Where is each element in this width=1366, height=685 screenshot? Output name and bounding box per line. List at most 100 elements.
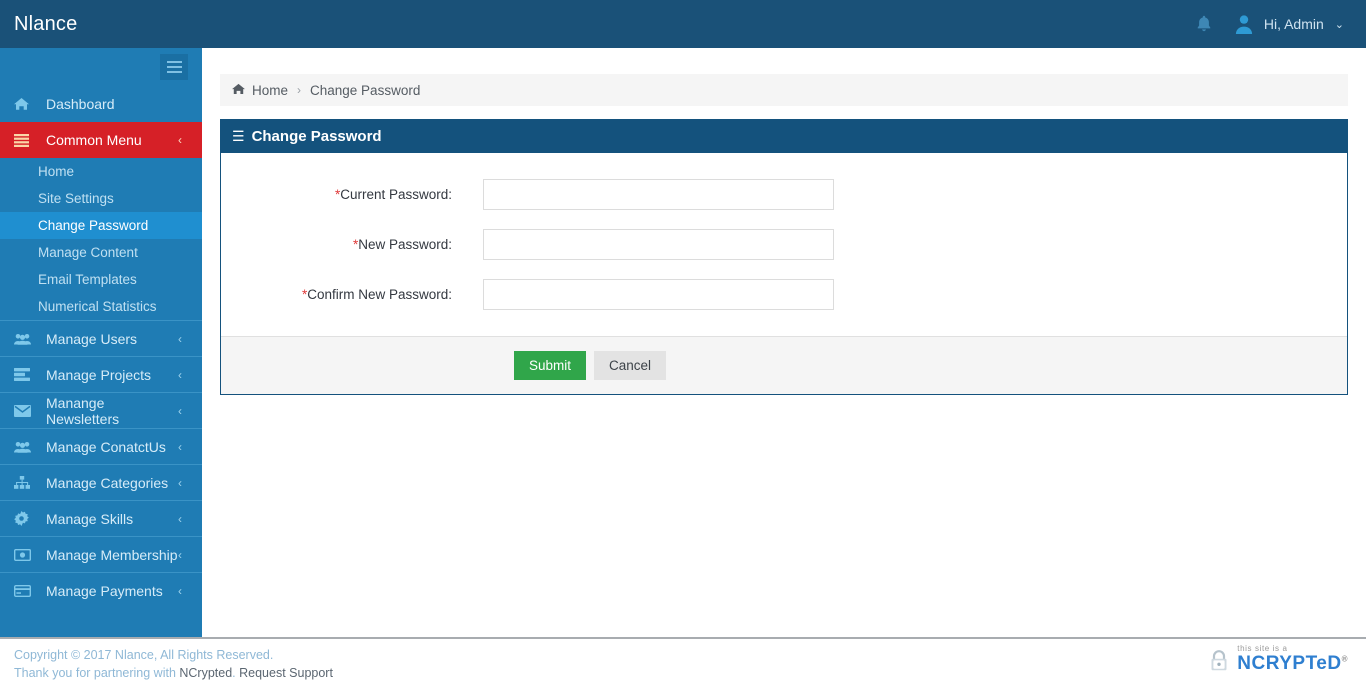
panel-footer-actions: Submit Cancel <box>221 336 1347 394</box>
confirm-new-password-input[interactable] <box>483 279 834 310</box>
chevron-left-icon: ‹ <box>178 331 182 346</box>
new-password-input[interactable] <box>483 229 834 260</box>
breadcrumb-home-link[interactable]: Home <box>232 83 288 98</box>
breadcrumb: Home › Change Password <box>220 74 1348 106</box>
submit-button[interactable]: Submit <box>514 351 587 380</box>
chevron-left-icon: ‹ <box>178 439 182 454</box>
current-password-label-text: Current Password: <box>340 187 452 202</box>
footer-request-support-link[interactable]: Request Support <box>239 666 333 680</box>
breadcrumb-separator: › <box>297 83 302 97</box>
panel-header: ☰ Change Password <box>221 120 1347 153</box>
sidebar-item-manage-payments-label: Manage Payments <box>46 582 163 599</box>
home-icon <box>232 83 245 98</box>
form-row-confirm-new-password: *Confirm New Password: <box>221 279 1347 310</box>
panel-body: *Current Password: *New Password: *Confi… <box>221 153 1347 336</box>
sidebar-subitem-site-settings[interactable]: Site Settings <box>0 185 202 212</box>
page-footer: Copyright © 2017 Nlance, All Rights Rese… <box>0 637 1366 685</box>
users-group-icon <box>14 441 36 453</box>
sidebar-item-manage-categories-label: Manage Categories <box>46 474 169 491</box>
current-password-label: *Current Password: <box>221 187 483 202</box>
chevron-left-icon: ‹ <box>178 511 182 526</box>
confirm-new-password-label-text: Confirm New Password: <box>307 287 452 302</box>
envelope-icon <box>14 404 36 417</box>
footer-partner-line: Thank you for partnering with NCrypted. … <box>14 664 1366 682</box>
sidebar-item-manage-projects-label: Manage Projects <box>46 366 152 383</box>
sidebar-item-manage-membership[interactable]: Manage Membership ‹ <box>0 536 202 572</box>
sidebar-subitem-site-settings-label: Site Settings <box>38 191 114 206</box>
sidebar-subitem-change-password-label: Change Password <box>38 218 149 233</box>
new-password-label-text: New Password: <box>358 237 452 252</box>
chevron-left-icon: ‹ <box>178 583 182 598</box>
change-password-panel: ☰ Change Password *Current Password: *Ne… <box>220 119 1348 395</box>
chevron-down-icon: ⌄ <box>1334 18 1344 31</box>
bars-icon: ☰ <box>232 128 245 144</box>
sidebar-item-manage-membership-label: Manage Membership <box>46 546 178 563</box>
logo-tagline: this site is a <box>1237 644 1288 653</box>
sidebar-subitem-email-templates[interactable]: Email Templates <box>0 266 202 293</box>
ncrypted-logo-text: this site is a NCRYPTeD® <box>1237 644 1348 674</box>
sidebar-subitem-change-password[interactable]: Change Password <box>0 212 202 239</box>
user-greeting-label: Hi, Admin <box>1263 16 1324 32</box>
list-icon <box>14 133 36 147</box>
sidebar-subitem-email-templates-label: Email Templates <box>38 272 137 287</box>
registered-mark-icon: ® <box>1341 654 1348 664</box>
users-group-icon <box>14 333 36 345</box>
panel-title: Change Password <box>251 128 382 145</box>
sidebar-item-manage-payments[interactable]: Manage Payments ‹ <box>0 572 202 608</box>
avatar <box>1233 13 1255 35</box>
sidebar-subitem-home[interactable]: Home <box>0 158 202 185</box>
sidebar-item-common-menu-label: Common Menu <box>46 132 142 148</box>
top-header: Nlance Hi, Admin ⌄ <box>0 0 1366 48</box>
form-row-new-password: *New Password: <box>221 229 1347 260</box>
padlock-icon <box>1206 647 1232 673</box>
gear-icon <box>14 511 36 526</box>
sidebar-subitem-numerical-statistics-label: Numerical Statistics <box>38 299 157 314</box>
credit-card-icon <box>14 584 36 597</box>
footer-text: Copyright © 2017 Nlance, All Rights Rese… <box>0 639 1366 682</box>
new-password-label: *New Password: <box>221 237 483 252</box>
sidebar-item-common-menu[interactable]: Common Menu ‹ <box>0 122 202 158</box>
bell-icon <box>1197 15 1211 32</box>
sidebar-item-manage-skills-label: Manage Skills <box>46 510 134 527</box>
brand-logo[interactable]: Nlance <box>0 13 202 36</box>
sidebar-item-dashboard[interactable]: Dashboard <box>0 86 202 122</box>
sidebar-item-manage-users[interactable]: Manage Users ‹ <box>0 320 202 356</box>
logo-wordmark: NCRYPTeD® <box>1237 653 1348 674</box>
sidebar-subitem-manage-content[interactable]: Manage Content <box>0 239 202 266</box>
user-menu-button[interactable]: Hi, Admin ⌄ <box>1233 13 1344 35</box>
sidebar-subitem-manage-content-label: Manage Content <box>38 245 138 260</box>
sidebar: Dashboard Common Menu ‹ Home Site Settin… <box>0 48 202 637</box>
server-list-icon <box>14 368 36 381</box>
hamburger-toggle-icon[interactable] <box>160 54 188 80</box>
notification-bell-button[interactable] <box>1193 12 1215 36</box>
chevron-left-icon: ‹ <box>178 403 182 418</box>
sitemap-icon <box>14 476 36 489</box>
chevron-left-icon: ‹ <box>178 133 182 147</box>
sidebar-subitem-home-label: Home <box>38 164 75 179</box>
breadcrumb-current-page: Change Password <box>310 82 421 98</box>
sidebar-item-manage-newsletters-label: Manange Newsletters <box>46 394 120 427</box>
sidebar-subitem-numerical-statistics[interactable]: Numerical Statistics <box>0 293 202 320</box>
breadcrumb-home-label: Home <box>252 82 289 98</box>
sidebar-item-dashboard-label: Dashboard <box>46 96 115 112</box>
money-bill-icon <box>14 548 36 561</box>
sidebar-item-manage-skills[interactable]: Manage Skills ‹ <box>0 500 202 536</box>
chevron-left-icon: ‹ <box>178 475 182 490</box>
sidebar-item-manage-categories[interactable]: Manage Categories ‹ <box>0 464 202 500</box>
sidebar-item-manage-newsletters[interactable]: Manange Newsletters ‹ <box>0 392 202 428</box>
current-password-input[interactable] <box>483 179 834 210</box>
chevron-left-icon: ‹ <box>178 367 182 382</box>
header-right-tools: Hi, Admin ⌄ <box>1193 12 1366 36</box>
home-icon <box>14 97 36 111</box>
footer-copyright: Copyright © 2017 Nlance, All Rights Rese… <box>14 648 274 662</box>
footer-partner-link[interactable]: NCrypted <box>179 666 232 680</box>
sidebar-item-manage-projects[interactable]: Manage Projects ‹ <box>0 356 202 392</box>
sidebar-item-manage-contactus-label: Manage ConatctUs <box>46 438 166 455</box>
sidebar-item-manage-users-label: Manage Users <box>46 330 138 347</box>
sidebar-item-manage-contactus[interactable]: Manage ConatctUs ‹ <box>0 428 202 464</box>
confirm-new-password-label: *Confirm New Password: <box>221 287 483 302</box>
form-row-current-password: *Current Password: <box>221 179 1347 210</box>
cancel-button[interactable]: Cancel <box>594 351 667 380</box>
ncrypted-logo[interactable]: this site is a NCRYPTeD® <box>1206 645 1348 673</box>
main-content: Home › Change Password ☰ Change Password… <box>202 48 1366 637</box>
